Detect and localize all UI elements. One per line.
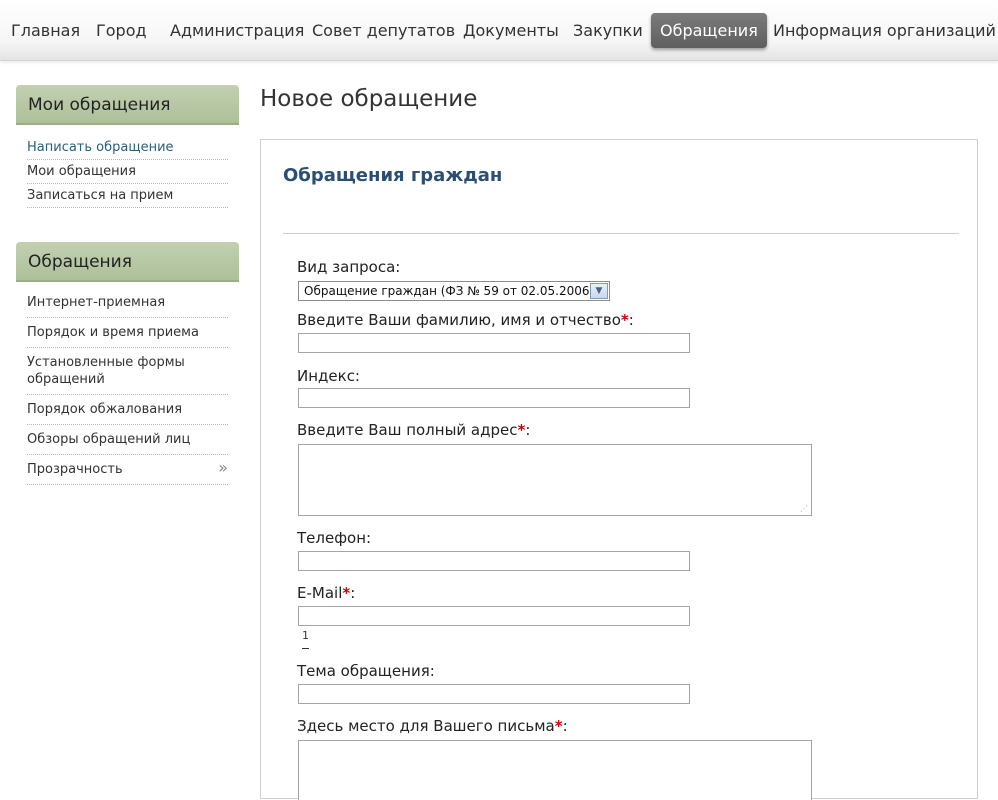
sidebar-item-appointment[interactable]: Записаться на прием [27, 184, 228, 208]
nav-item-appeals[interactable]: Обращения [651, 13, 767, 48]
sidebar-appeals: Обращения Интернет-приемная Порядок и вр… [16, 242, 239, 485]
subject-label: Тема обращения: [297, 662, 435, 680]
subject-input[interactable] [298, 684, 690, 704]
label-colon: : [350, 584, 356, 602]
section-divider [283, 233, 959, 234]
email-label-text: E-Mail [297, 584, 343, 602]
sidebar-item-transparency-label: Прозрачность [27, 462, 123, 477]
sidebar-item-my-appeals[interactable]: Мои обращения [27, 160, 228, 184]
sidebar-item-internet-reception[interactable]: Интернет-приемная [27, 288, 228, 318]
top-navigation: Главная Город Администрация Совет депута… [0, 0, 998, 61]
sidebar-item-transparency[interactable]: Прозрачность » [27, 455, 228, 485]
sidebar-item-write-appeal[interactable]: Написать обращение [27, 136, 228, 160]
chevron-down-icon[interactable]: ▼ [590, 283, 608, 299]
email-input[interactable] [298, 606, 690, 626]
fio-label: Введите Ваши фамилию, имя и отчество*: [297, 311, 634, 329]
email-label: E-Mail*: [297, 584, 355, 602]
sidebar-item-reception-schedule[interactable]: Порядок и время приема [27, 318, 228, 348]
required-mark: * [620, 311, 629, 329]
label-colon: : [562, 717, 568, 735]
nav-item-administration[interactable]: Администрация [161, 13, 313, 48]
label-colon: : [628, 311, 634, 329]
sidebar-item-forms[interactable]: Установленные формы обращений [27, 348, 187, 394]
resize-grip-icon[interactable]: ⋰ [800, 505, 808, 513]
sidebar-my-appeals-title: Мои обращения [16, 85, 239, 125]
phone-label: Телефон: [297, 529, 372, 547]
nav-item-main[interactable]: Главная [2, 13, 89, 48]
sidebar-item-appeal-procedure[interactable]: Порядок обжалования [27, 395, 228, 425]
counter-underline [302, 648, 309, 649]
address-textarea[interactable]: ⋰ [298, 444, 812, 516]
letter-label: Здесь место для Вашего письма*: [297, 717, 568, 735]
letter-label-text: Здесь место для Вашего письма [297, 717, 555, 735]
address-label: Введите Ваш полный адрес*: [297, 421, 530, 439]
page-title: Новое обращение [260, 86, 478, 112]
nav-item-procurement[interactable]: Закупки [564, 13, 652, 48]
phone-input[interactable] [298, 551, 690, 571]
sidebar-appeals-title: Обращения [16, 242, 239, 282]
request-type-select[interactable]: Обращение граждан (ФЗ № 59 от 02.05.2006… [298, 281, 610, 301]
sidebar-item-reviews[interactable]: Обзоры обращений лиц [27, 425, 228, 455]
address-label-text: Введите Ваш полный адрес [297, 421, 518, 439]
request-type-label: Вид запроса: [297, 258, 401, 276]
sidebar-my-appeals: Мои обращения Написать обращение Мои обр… [16, 85, 239, 208]
fio-input[interactable] [298, 333, 690, 353]
required-mark: * [554, 717, 563, 735]
appeal-form-panel: Обращения граждан Вид запроса: Обращение… [260, 139, 978, 800]
postal-index-input[interactable] [298, 388, 690, 408]
fio-label-text: Введите Ваши фамилию, имя и отчество [297, 311, 621, 329]
nav-item-org-info[interactable]: Информация организаций [764, 13, 998, 48]
request-type-value: Обращение граждан (ФЗ № 59 от 02.05.2006… [304, 284, 595, 298]
section-title: Обращения граждан [283, 165, 503, 186]
nav-item-city[interactable]: Город [87, 13, 156, 48]
email-counter: 1 [302, 629, 309, 642]
nav-item-council[interactable]: Совет депутатов [303, 13, 464, 48]
letter-textarea[interactable] [298, 740, 812, 800]
nav-item-documents[interactable]: Документы [454, 13, 568, 48]
label-colon: : [525, 421, 531, 439]
index-label: Индекс: [297, 367, 360, 385]
double-chevron-right-icon: » [218, 458, 228, 477]
